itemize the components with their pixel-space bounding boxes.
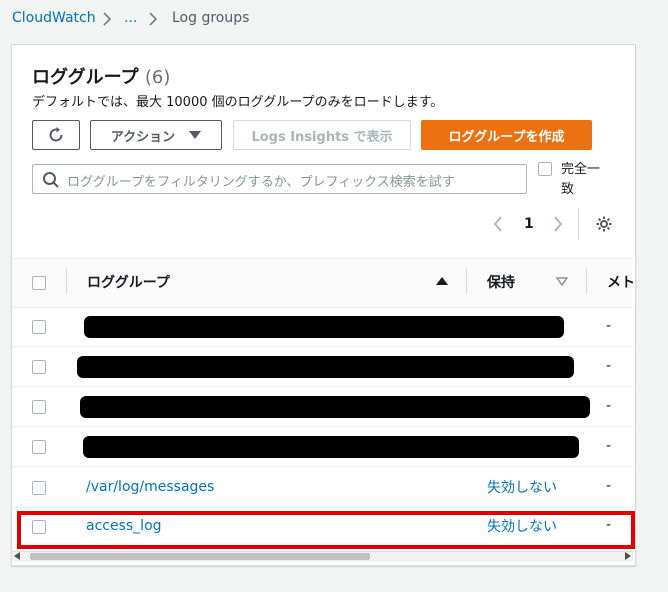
column-header-retention[interactable]: 保持 bbox=[487, 272, 515, 292]
next-page-icon[interactable] bbox=[553, 216, 563, 232]
select-all-checkbox[interactable] bbox=[32, 276, 46, 290]
metric-cell: - bbox=[606, 478, 612, 494]
caret-down-icon bbox=[189, 131, 202, 139]
create-log-group-button[interactable]: ロググループを作成 bbox=[421, 120, 592, 150]
metric-cell: - bbox=[606, 318, 612, 334]
retention-link[interactable]: 失効しない bbox=[487, 477, 557, 497]
exact-match-label: 完全一 致 bbox=[561, 162, 601, 197]
search-input[interactable]: ロググループをフィルタリングするか、プレフィックス検索を試す bbox=[32, 164, 527, 194]
panel-title: ロググループ (6) bbox=[32, 67, 171, 88]
redacted-log-group-name bbox=[83, 436, 579, 458]
row-checkbox[interactable] bbox=[32, 360, 46, 374]
current-page[interactable]: 1 bbox=[524, 216, 534, 232]
redacted-log-group-name bbox=[77, 356, 574, 378]
row-divider bbox=[12, 426, 633, 427]
search-icon bbox=[43, 172, 59, 188]
search-placeholder: ロググループをフィルタリングするか、プレフィックス検索を試す bbox=[67, 175, 455, 190]
redacted-log-group-name bbox=[80, 396, 590, 418]
refresh-button[interactable] bbox=[32, 120, 80, 150]
header-divider bbox=[66, 268, 67, 294]
breadcrumb-cloudwatch[interactable]: CloudWatch bbox=[12, 10, 96, 26]
header-divider bbox=[466, 268, 467, 294]
chevron-right-icon bbox=[148, 12, 158, 26]
column-header-log-group[interactable]: ロググループ bbox=[87, 272, 170, 292]
actions-label: アクション bbox=[110, 129, 176, 145]
metric-cell: - bbox=[606, 398, 612, 414]
row-divider bbox=[12, 466, 633, 467]
row-checkbox[interactable] bbox=[32, 400, 46, 414]
metric-cell: - bbox=[606, 358, 612, 374]
column-header-metric[interactable]: メト bbox=[607, 272, 635, 292]
row-checkbox[interactable] bbox=[32, 481, 46, 495]
previous-page-icon[interactable] bbox=[493, 216, 503, 232]
row-checkbox[interactable] bbox=[32, 320, 46, 334]
scrollbar-thumb[interactable] bbox=[30, 553, 370, 560]
refresh-icon bbox=[49, 127, 63, 142]
sort-ascending-icon[interactable] bbox=[436, 276, 448, 286]
actions-dropdown[interactable]: アクション bbox=[90, 120, 222, 150]
view-in-logs-insights-button[interactable]: Logs Insights で表示 bbox=[233, 120, 411, 150]
scroll-right-icon[interactable] bbox=[623, 552, 631, 560]
highlight-box bbox=[17, 511, 635, 549]
sort-icon[interactable] bbox=[556, 277, 568, 287]
header-divider bbox=[586, 268, 587, 294]
pagination-divider bbox=[578, 208, 579, 240]
panel-description: デフォルトでは、最大 10000 個のロググループのみをロードします。 bbox=[32, 95, 444, 110]
gear-icon[interactable] bbox=[595, 215, 613, 233]
row-divider bbox=[12, 507, 633, 508]
metric-cell: - bbox=[606, 438, 612, 454]
breadcrumb-log-groups: Log groups bbox=[172, 10, 250, 26]
exact-match-checkbox[interactable] bbox=[538, 162, 552, 176]
row-checkbox[interactable] bbox=[32, 440, 46, 454]
log-group-link[interactable]: /var/log/messages bbox=[86, 479, 214, 495]
redacted-log-group-name bbox=[84, 316, 564, 338]
breadcrumb-ellipsis[interactable]: ... bbox=[124, 10, 137, 26]
log-group-count: (6) bbox=[144, 67, 171, 88]
row-divider bbox=[12, 346, 633, 347]
row-divider bbox=[12, 386, 633, 387]
chevron-right-icon bbox=[102, 12, 112, 26]
scroll-left-icon[interactable] bbox=[14, 552, 22, 560]
